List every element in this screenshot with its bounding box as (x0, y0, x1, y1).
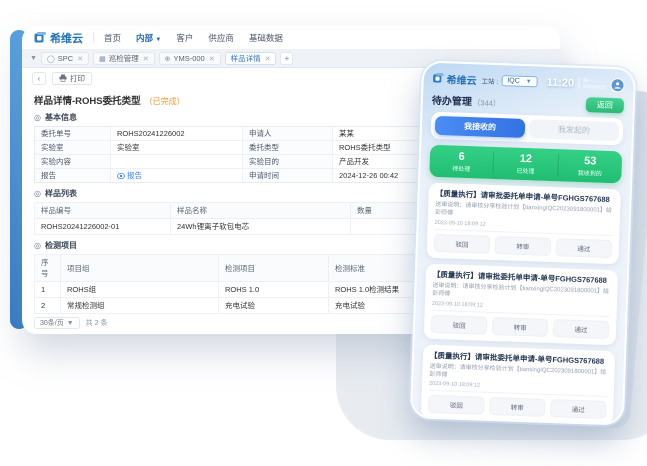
tab-sample-detail[interactable]: 样品详情 ✕ (225, 52, 277, 65)
app-logo-text: 希维云 (50, 30, 83, 46)
task-card[interactable]: 【质量执行】请审批委托单申请-单号FGHGS767688 送审说明：请审核分享检… (424, 264, 618, 345)
grid-icon: ▦ (99, 55, 106, 63)
approve-button[interactable]: 通过 (550, 399, 607, 419)
forward-button[interactable]: 转审 (489, 397, 546, 417)
cell-sample-no: ROHS20241226002-01 (35, 219, 171, 235)
station-label: 工站 : (481, 75, 498, 86)
eye-icon (117, 173, 125, 179)
mobile-title-row: 待办管理（344） 返回 (432, 92, 624, 114)
col-header-group: 项目组 (61, 255, 219, 282)
total-count: 共 2 条 (86, 318, 108, 328)
field-label-order-type: 委托类型 (243, 141, 333, 154)
mobile-header: 希维云 工站 : IQC ▼ 11:20 周一 2023/10/20 (432, 71, 624, 93)
tab-add-button[interactable]: + (280, 52, 293, 65)
doc-icon: ⊕ (165, 55, 171, 63)
chevron-down-icon[interactable]: ▼ (30, 55, 37, 62)
tab-spc[interactable]: ◯ SPC ✕ (41, 52, 89, 65)
chevron-down-icon: ▼ (67, 320, 74, 327)
nav-item-supplier[interactable]: 供应商 (208, 32, 234, 44)
close-icon[interactable]: ✕ (265, 55, 271, 63)
cell-sample-name: 24Wh锂离子软包电芯 (171, 219, 351, 235)
avatar[interactable] (610, 77, 624, 91)
forward-button[interactable]: 转审 (495, 236, 552, 256)
nav-item-basedata[interactable]: 基础数据 (249, 32, 283, 44)
caret-down-icon: ▼ (526, 78, 532, 84)
forward-button[interactable]: 转审 (492, 317, 549, 337)
field-label-exp-content: 实验内容 (35, 155, 111, 168)
clock-date: 周一 2023/10/20 (579, 78, 606, 91)
back-button[interactable]: ‹ (32, 72, 46, 85)
nav-item-home[interactable]: 首页 (104, 32, 121, 44)
printer-icon (59, 74, 67, 82)
field-label-report: 报告 (35, 169, 111, 182)
station-select[interactable]: IQC ▼ (501, 75, 538, 87)
field-value-exp-content (111, 155, 243, 168)
task-card[interactable]: 【质量执行】请审批委托单申请-单号FGHGS767688 送审说明：请审核分享检… (426, 183, 620, 264)
tab-received[interactable]: 我接收的 (435, 116, 526, 138)
field-value-report: 报告 (111, 169, 243, 182)
approve-button[interactable]: 通过 (553, 319, 610, 339)
col-header-sample-name: 样品名称 (171, 203, 351, 219)
task-card[interactable]: 【质量执行】请审批委托单申请-单号FGHGS767688 送审说明：请审核分享检… (421, 344, 615, 425)
nav-item-customer[interactable]: 客户 (176, 32, 193, 44)
clock-time: 11:20 (546, 76, 574, 89)
field-label-applicant: 申请人 (243, 127, 333, 140)
nav-divider (93, 32, 94, 43)
app-logo-text: 希维云 (446, 71, 477, 87)
return-button[interactable]: 返回 (586, 97, 625, 113)
tab-inspection-mgmt[interactable]: ▦ 巡检管理 ✕ (93, 52, 155, 65)
field-value-order-no: ROHS20241226002 (111, 127, 243, 140)
logo-icon (34, 32, 46, 44)
close-icon[interactable]: ✕ (77, 55, 83, 63)
canvas: 希维云 首页 内部 ▼ 客户 供应商 基础数据 ▼ ◯ SPC ✕ ▦ 巡检管理… (0, 0, 647, 466)
stats-bar: 6 待处理 12 已处理 53 我收到的 (429, 145, 622, 184)
cell-test-item: 充电试验 (219, 298, 329, 314)
close-icon[interactable]: ✕ (143, 55, 149, 63)
segmented-tabs: 我接收的 我发起的 (431, 112, 624, 146)
field-label-exp-purpose: 实验目的 (243, 155, 333, 168)
field-label-lab: 实验室 (35, 141, 111, 154)
app-logo[interactable]: 希维云 (34, 30, 83, 46)
col-header-index: 序号 (35, 255, 61, 282)
top-navbar: 希维云 首页 内部 ▼ 客户 供应商 基础数据 (22, 26, 560, 50)
tab-yms-000[interactable]: ⊕ YMS-000 ✕ (159, 52, 221, 65)
logo-icon (433, 73, 444, 84)
cell-group: ROHS组 (61, 282, 219, 298)
field-value-lab: 实验室 (111, 141, 243, 154)
cell-group: 常规检测组 (61, 298, 219, 314)
cell-test-item: ROHS 1.0 (219, 282, 329, 298)
nav-item-internal[interactable]: 内部 ▼ (136, 32, 161, 44)
stat-pending[interactable]: 6 待处理 (429, 150, 493, 174)
circle-dot-icon: ◎ (34, 190, 41, 198)
reject-button[interactable]: 驳回 (431, 315, 488, 335)
circle-icon: ◯ (47, 55, 55, 63)
col-header-test-item: 检测项目 (219, 255, 329, 282)
reject-button[interactable]: 驳回 (428, 395, 485, 415)
field-label-apply-time: 申请时间 (243, 169, 333, 182)
status-badge: （已完成） (145, 97, 185, 106)
caret-down-icon: ▼ (155, 37, 161, 43)
col-header-sample-no: 样品编号 (35, 203, 171, 219)
todo-count: （344） (473, 98, 501, 108)
report-link[interactable]: 报告 (117, 170, 142, 181)
print-button[interactable]: 打印 (52, 72, 92, 85)
reject-button[interactable]: 驳回 (434, 234, 491, 254)
cell-index: 2 (35, 298, 61, 314)
approve-button[interactable]: 通过 (556, 238, 613, 258)
stat-processed[interactable]: 12 已处理 (493, 152, 558, 176)
circle-dot-icon: ◎ (34, 242, 41, 250)
stat-cc[interactable]: 53 我收到的 (557, 154, 622, 178)
tab-initiated[interactable]: 我发起的 (529, 119, 620, 141)
circle-dot-icon: ◎ (34, 114, 41, 122)
mobile-window: 希维云 工站 : IQC ▼ 11:20 周一 2023/10/20 待办管理（… (410, 60, 636, 425)
cell-index: 1 (35, 282, 61, 298)
field-label-order-no: 委托单号 (35, 127, 111, 140)
page-size-select[interactable]: 30条/页 ▼ (34, 317, 80, 329)
user-icon (613, 81, 621, 89)
page-title: 待办管理（344） (432, 92, 501, 109)
close-icon[interactable]: ✕ (209, 55, 215, 63)
